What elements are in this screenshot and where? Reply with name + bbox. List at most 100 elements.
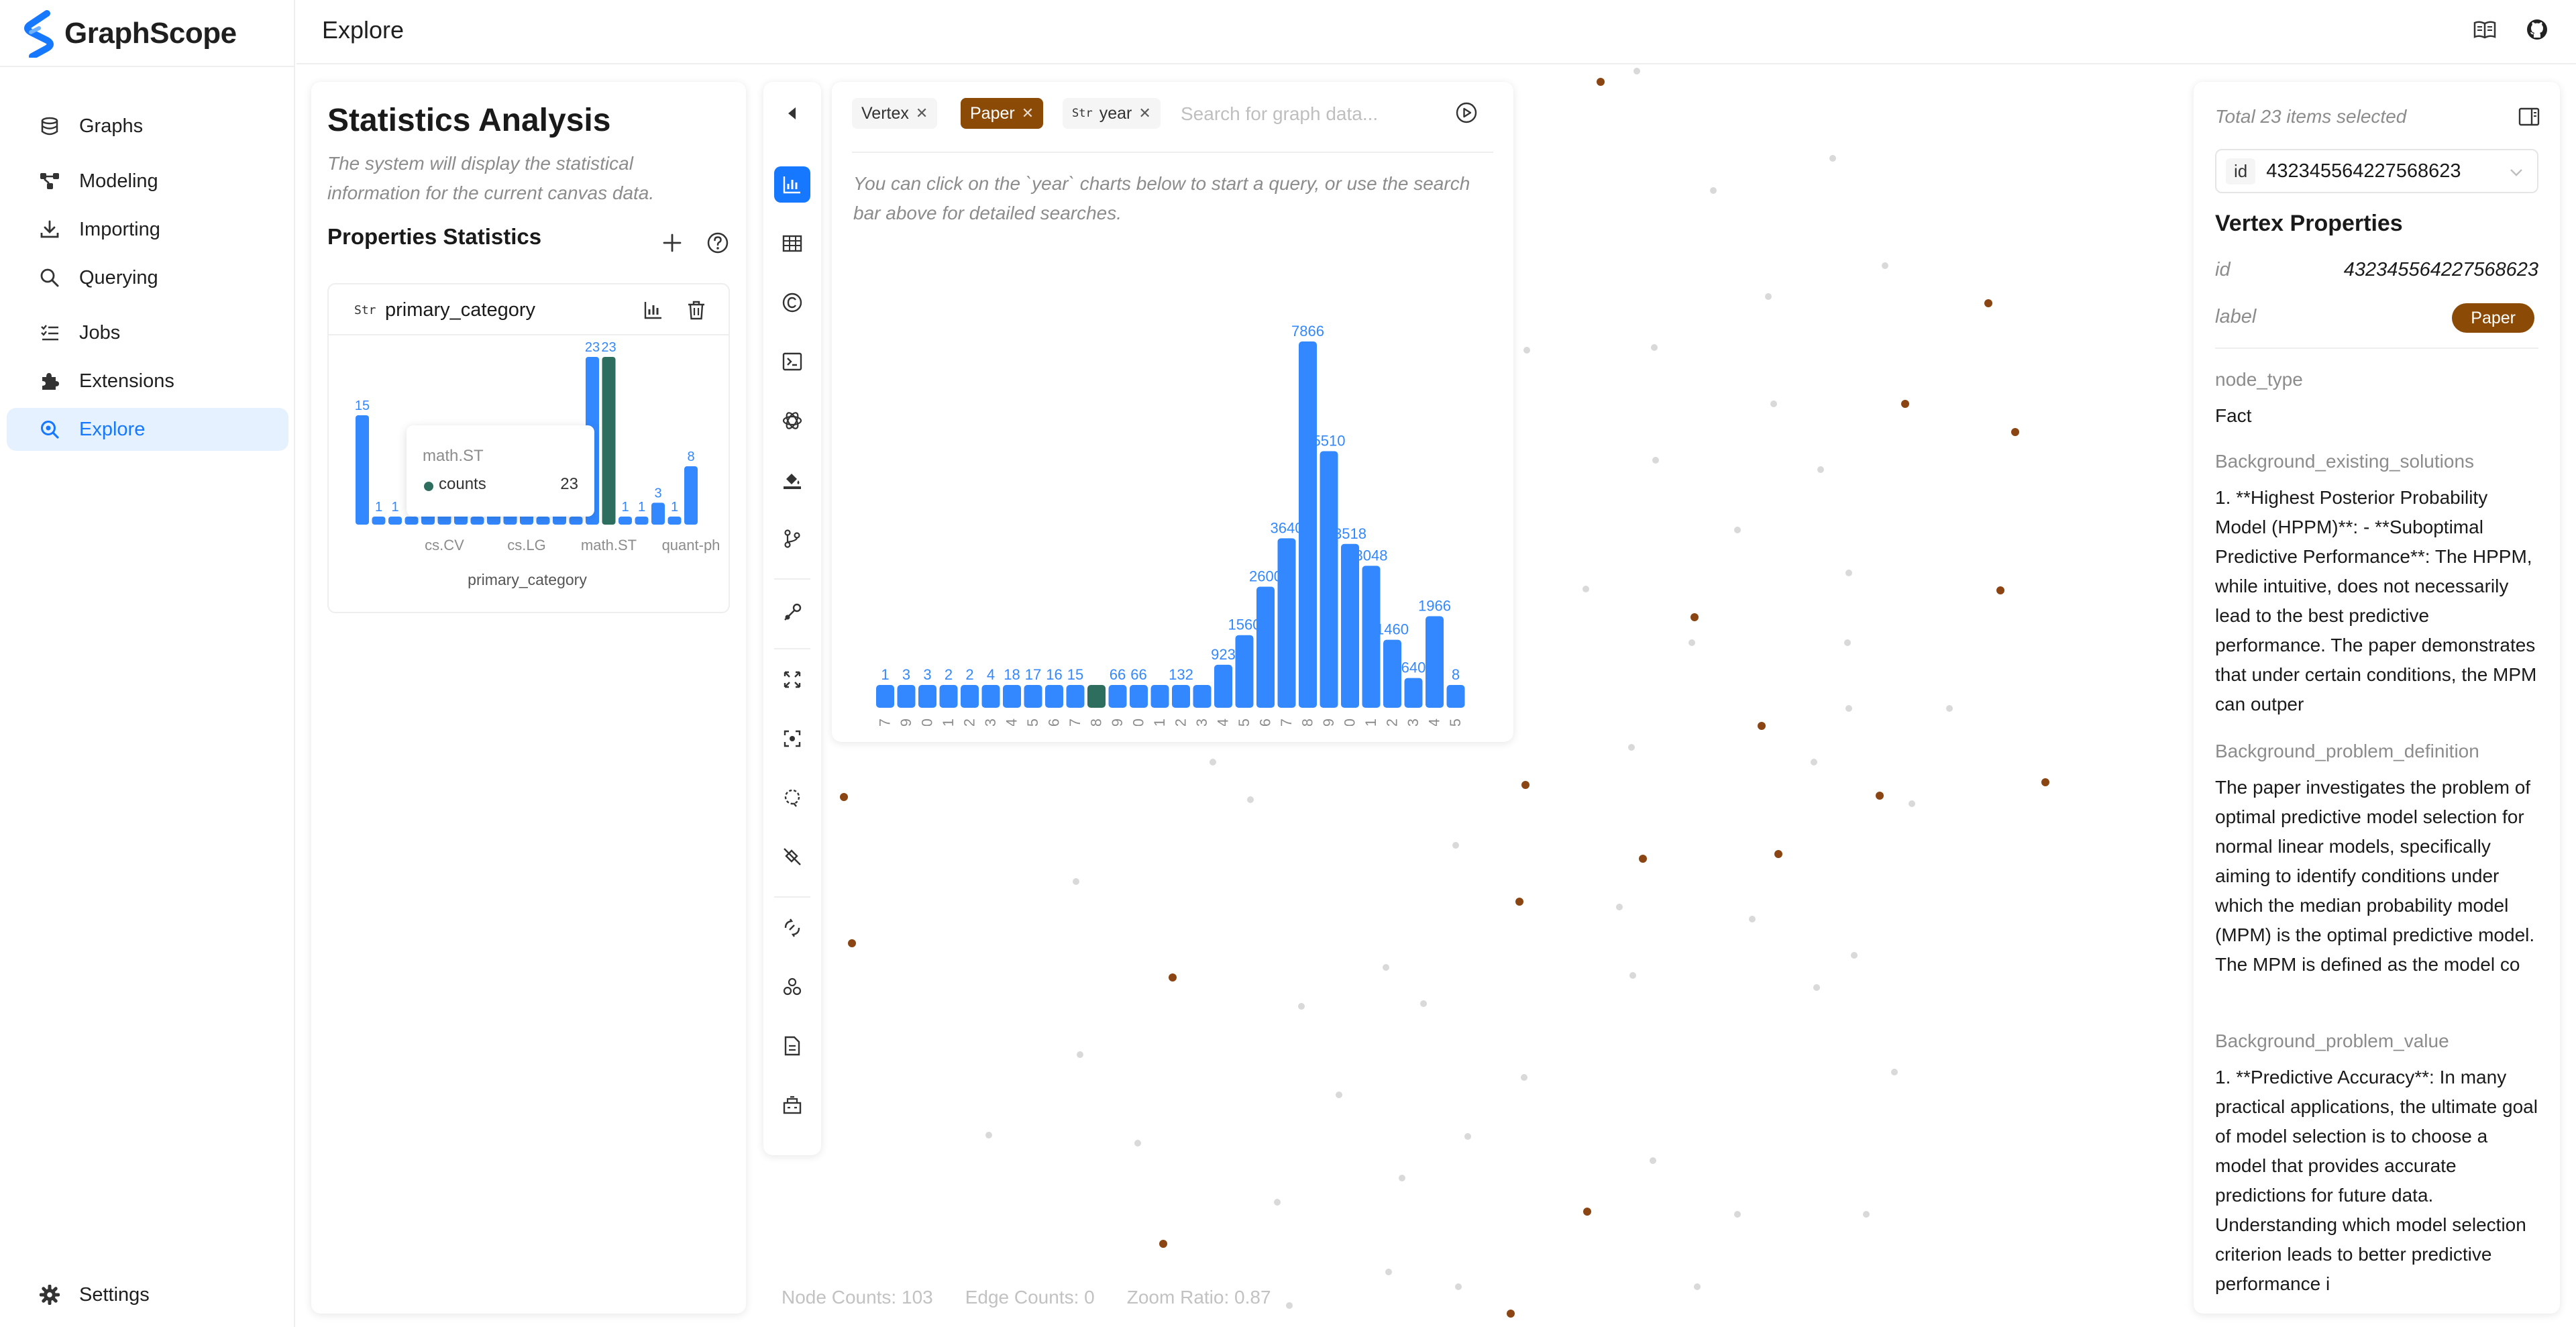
category-bar[interactable] <box>388 517 402 525</box>
graph-node <box>1813 984 1820 991</box>
year-bar[interactable] <box>1404 678 1423 708</box>
database-icon <box>36 113 63 140</box>
sidebar-item-modeling[interactable]: Modeling <box>7 160 288 203</box>
year-bar[interactable] <box>1277 538 1296 708</box>
toggle-sidebar-button[interactable] <box>2514 102 2544 131</box>
category-bar[interactable] <box>651 502 665 525</box>
sidebar-item-querying[interactable]: Querying <box>7 256 288 299</box>
bar-value-label: 4 <box>987 666 995 683</box>
sidebar-item-explore[interactable]: Explore <box>7 408 288 451</box>
sidebar-item-graphs[interactable]: Graphs <box>7 105 288 148</box>
category-bar[interactable] <box>536 517 550 525</box>
terminal-tool-button[interactable] <box>774 343 810 380</box>
category-bar[interactable] <box>684 466 698 525</box>
year-bar[interactable] <box>1130 685 1148 708</box>
category-bar[interactable] <box>602 357 616 525</box>
sidebar-item-jobs[interactable]: Jobs <box>7 311 288 354</box>
year-property-chip[interactable]: Str year ✕ <box>1063 98 1161 129</box>
close-icon[interactable]: ✕ <box>1022 105 1034 122</box>
year-bar[interactable] <box>1193 685 1212 708</box>
github-icon[interactable] <box>2522 15 2552 44</box>
focus-button[interactable] <box>774 721 810 757</box>
year-tick-label: 2018 <box>1299 719 1316 726</box>
category-bar[interactable] <box>635 517 649 525</box>
vertex-filter-chip[interactable]: Vertex ✕ <box>852 98 938 129</box>
bar-value-label: 2 <box>945 666 953 683</box>
lasso-select-button[interactable] <box>774 780 810 816</box>
graph-node <box>1651 344 1658 351</box>
year-bar[interactable] <box>1256 586 1275 708</box>
category-bar[interactable] <box>619 517 632 525</box>
year-bar[interactable] <box>1299 341 1317 708</box>
table-tool-button[interactable] <box>774 225 810 262</box>
bar-value-label: 18 <box>1004 666 1020 683</box>
category-tick-label: cs.CV <box>425 537 464 553</box>
branch-tool-button[interactable] <box>774 521 810 557</box>
fullscreen-button[interactable] <box>774 661 810 698</box>
year-bar[interactable] <box>981 685 1000 708</box>
docs-book-icon[interactable] <box>2470 15 2500 44</box>
trash-icon <box>688 301 704 320</box>
sidebar-item-extensions[interactable]: Extensions <box>7 360 288 403</box>
chart-toggle-button[interactable] <box>639 295 668 325</box>
graph-node <box>1734 1211 1741 1218</box>
app-logo[interactable]: GraphScope <box>20 9 237 58</box>
year-bar[interactable] <box>876 685 894 708</box>
run-query-button[interactable] <box>1452 98 1481 127</box>
close-icon[interactable]: ✕ <box>1138 105 1150 122</box>
graph-node <box>1616 904 1623 910</box>
year-bar[interactable] <box>1066 685 1085 708</box>
add-property-button[interactable] <box>657 228 687 258</box>
year-chart[interactable]: 1 1997 3 1999 3 2000 2 2001 2 2002 4 2003 18 2004 17 20… <box>832 229 1513 726</box>
category-bar[interactable] <box>470 517 484 525</box>
year-tick-label: 2000 <box>919 719 936 726</box>
id-selector[interactable]: id 432345564227568623 <box>2215 149 2538 193</box>
style-tool-button[interactable] <box>774 462 810 498</box>
year-bar[interactable] <box>918 685 936 708</box>
zoom-ratio: Zoom Ratio: 0.87 <box>1126 1287 1271 1308</box>
category-bar[interactable] <box>372 517 386 525</box>
year-bar[interactable] <box>1426 616 1444 708</box>
copyright-tool-button[interactable] <box>774 284 810 321</box>
collapse-panel-button[interactable] <box>774 95 810 131</box>
graph-node <box>1628 744 1635 751</box>
year-bar[interactable] <box>1150 685 1169 708</box>
year-bar[interactable] <box>939 685 958 708</box>
close-icon[interactable]: ✕ <box>916 105 928 122</box>
sidebar-item-settings[interactable]: Settings <box>7 1273 288 1316</box>
year-bar[interactable] <box>1383 639 1401 708</box>
cluster-button[interactable] <box>774 969 810 1005</box>
year-bar[interactable] <box>1341 543 1359 708</box>
year-bar[interactable] <box>1446 685 1465 708</box>
year-bar[interactable] <box>1235 635 1254 708</box>
year-bar[interactable] <box>1045 685 1063 708</box>
year-bar[interactable] <box>1003 685 1021 708</box>
year-bar[interactable] <box>1214 664 1232 708</box>
graph-node <box>1629 972 1636 979</box>
export-button[interactable] <box>774 1087 810 1123</box>
node-link-tool-button[interactable] <box>774 594 810 631</box>
statistics-tool-button[interactable] <box>774 166 810 203</box>
year-bar[interactable] <box>1108 685 1127 708</box>
category-bar[interactable] <box>667 517 682 525</box>
year-bar[interactable] <box>1172 685 1190 708</box>
category-bar[interactable] <box>356 415 369 525</box>
graph-search-input[interactable] <box>1181 99 1436 129</box>
category-bar[interactable] <box>405 517 419 525</box>
year-bar[interactable] <box>1320 451 1338 708</box>
sidebar-item-importing[interactable]: Importing <box>7 208 288 251</box>
sidebar-item-label: Extensions <box>79 370 174 392</box>
switch-renderer-button[interactable] <box>774 910 810 946</box>
report-button[interactable] <box>774 1028 810 1064</box>
year-bar[interactable] <box>1087 685 1106 708</box>
paper-label-chip[interactable]: Paper ✕ <box>961 98 1044 129</box>
category-bar[interactable] <box>569 517 583 525</box>
clear-style-button[interactable] <box>774 839 810 875</box>
year-bar[interactable] <box>961 685 979 708</box>
category-tick-label: quant-ph <box>662 537 720 553</box>
year-bar[interactable] <box>897 685 916 708</box>
help-button[interactable] <box>703 228 733 258</box>
ai-tool-button[interactable] <box>774 403 810 439</box>
delete-property-button[interactable] <box>682 295 711 325</box>
year-bar[interactable] <box>1024 685 1042 708</box>
